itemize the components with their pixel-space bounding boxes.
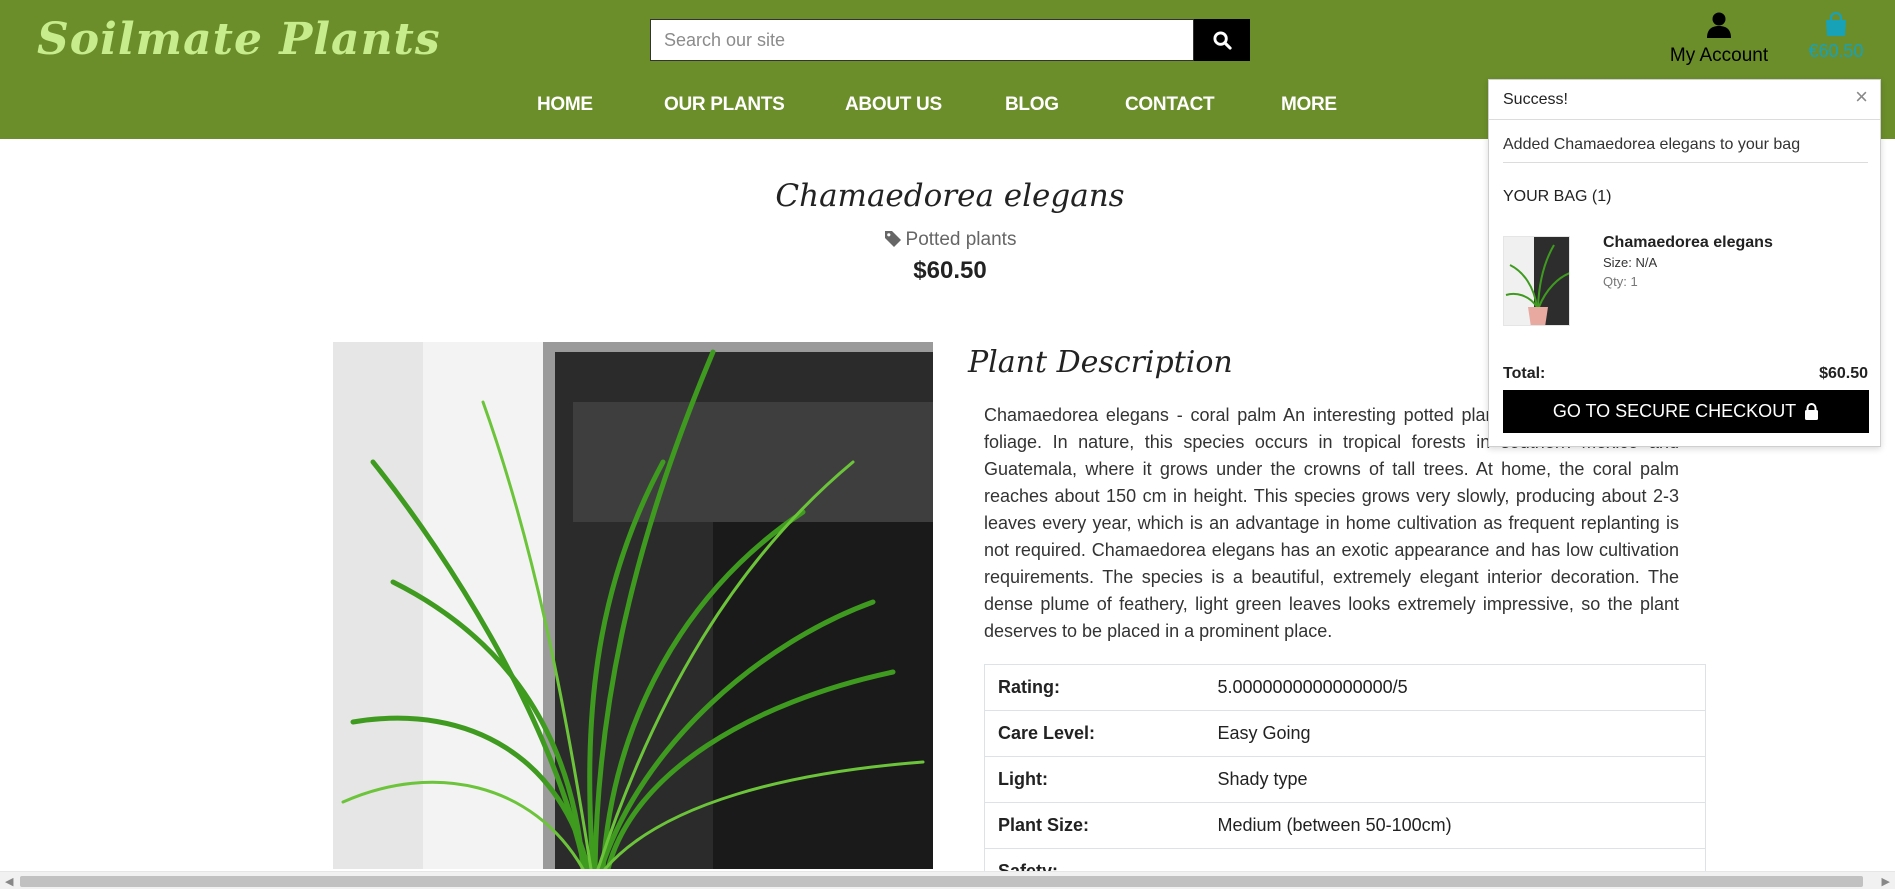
bag-heading: YOUR BAG (1)	[1503, 188, 1612, 205]
horizontal-scrollbar[interactable]: ◀ ▶	[0, 871, 1895, 889]
toast-message: Added Chamaedorea elegans to your bag	[1503, 136, 1801, 153]
search-input[interactable]	[650, 19, 1194, 61]
toast-divider	[1503, 162, 1868, 163]
search-button[interactable]	[1194, 19, 1250, 61]
spec-label: Light:	[984, 756, 1205, 803]
spec-value: Easy Going	[1204, 710, 1706, 757]
spec-label: Care Level:	[984, 710, 1205, 757]
bag-item-qty: Qty: 1	[1603, 274, 1638, 289]
scrollbar-thumb[interactable]	[20, 876, 1863, 887]
tag-icon	[884, 231, 901, 247]
bag-total-label: Total:	[1503, 365, 1546, 382]
nav-our-plants[interactable]: OUR PLANTS	[664, 94, 785, 116]
my-account-label: My Account	[1669, 45, 1769, 66]
checkout-label: GO TO SECURE CHECKOUT	[1552, 401, 1797, 421]
close-icon[interactable]: ×	[1855, 86, 1868, 108]
search-icon	[1212, 30, 1232, 50]
nav-contact[interactable]: CONTACT	[1125, 94, 1215, 116]
nav-home[interactable]: HOME	[537, 94, 593, 116]
secure-checkout-button[interactable]: GO TO SECURE CHECKOUT	[1503, 390, 1869, 433]
shopping-bag-link[interactable]: €60.50	[1800, 11, 1872, 62]
my-account-link[interactable]: My Account	[1660, 12, 1778, 67]
bag-total: €60.50	[1808, 41, 1864, 61]
product-category-label: Potted plants	[905, 229, 1017, 250]
bag-total-value: $60.50	[1819, 365, 1868, 382]
spec-table: Rating: 5.0000000000000000/5 Care Level:…	[984, 664, 1706, 889]
shopping-bag-icon	[1826, 11, 1846, 36]
spec-value: Medium (between 50-100cm)	[1204, 802, 1706, 849]
nav-blog[interactable]: BLOG	[1005, 94, 1059, 116]
toast-divider	[1489, 119, 1880, 120]
table-row: Care Level: Easy Going	[984, 710, 1706, 757]
spec-label: Rating:	[984, 664, 1205, 711]
lock-icon	[1805, 403, 1819, 420]
spec-value: Shady type	[1204, 756, 1706, 803]
search-form	[650, 19, 1250, 61]
toast-title: Success!	[1503, 91, 1568, 108]
description-heading: Plant Description	[968, 345, 1233, 380]
bag-item-thumbnail	[1503, 236, 1570, 326]
bag-item-size: Size: N/A	[1603, 255, 1658, 270]
nav-more[interactable]: MORE	[1281, 94, 1337, 116]
scroll-right-icon[interactable]: ▶	[1882, 875, 1890, 888]
spec-value: 5.0000000000000000/5	[1204, 664, 1706, 711]
product-image	[333, 342, 933, 869]
nav-about-us[interactable]: ABOUT US	[845, 94, 942, 116]
success-toast: Success! × Added Chamaedorea elegans to …	[1488, 79, 1881, 447]
site-logo[interactable]: Soilmate Plants	[37, 14, 441, 65]
user-icon	[1707, 12, 1731, 38]
table-row: Light: Shady type	[984, 756, 1706, 803]
table-row: Plant Size: Medium (between 50-100cm)	[984, 802, 1706, 849]
table-row: Rating: 5.0000000000000000/5	[984, 664, 1706, 711]
spec-label: Plant Size:	[984, 802, 1205, 849]
bag-item-name: Chamaedorea elegans	[1603, 234, 1773, 251]
scroll-left-icon[interactable]: ◀	[5, 875, 13, 888]
